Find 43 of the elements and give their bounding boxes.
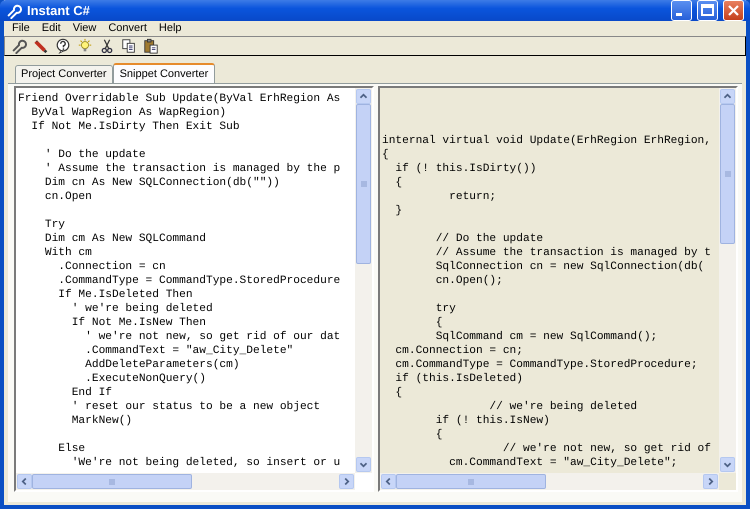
tab[interactable]: Snippet Converter [112, 63, 216, 84]
menu-item[interactable]: File [6, 22, 36, 35]
grip-icon [360, 180, 368, 188]
grip-icon [108, 478, 116, 486]
wrench-icon [6, 2, 22, 18]
menu-item[interactable]: Convert [102, 22, 153, 35]
minimize-button[interactable] [671, 0, 692, 21]
tab[interactable]: Project Converter [15, 65, 113, 83]
window-title: Instant C# [27, 3, 90, 18]
pencil-icon [33, 38, 49, 54]
paste-button[interactable] [142, 37, 160, 55]
menu-item[interactable]: Help [152, 22, 188, 35]
copy-button[interactable] [120, 37, 138, 55]
wrench-icon [11, 38, 27, 54]
scroll-right-button[interactable] [339, 474, 354, 489]
minimize-icon [676, 13, 682, 16]
code-text: Friend Overridable Sub Update(ByVal ErhRegion As ByVal WapRegion As WapRegion) If Not Me.IsDirty Then Exit Sub ' Do the update ' Assume the transaction is managed by the p Dim cn As New SQLConnection(db("")) cn.Open Try Dim cm As New SQLCommand With cm .Connection = cn .CommandType = CommandType.StoredProcedure If Me.IsDeleted Then ' we're being deleted If Not Me.IsNew Then ' we're not new, so get rid of our dat .CommandText = "aw_City_Delete" AddDeleteParameters(cm) .ExecuteNonQuery() End If ' reset our status to be a new object MarkNew() Else 'We're not being deleted, so insert or u [18, 92, 340, 470]
help-icon [55, 38, 71, 54]
scroll-left-button[interactable] [381, 474, 396, 489]
scroll-right-button[interactable] [703, 474, 718, 489]
cut-icon [99, 38, 115, 54]
code-text: internal virtual void Update(ErhRegion ErhRegion, { if (! this.IsDirty()) { return; } // Do the update // Assume the transaction is managed by t SqlConnection cn = new SqlConnection(db( cn.Open(); try { SqlCommand cm = new SqlCommand(); cm.Connection = cn; cm.CommandType = CommandType.StoredProcedure; if (this.IsDeleted) { // we're being deleted if (! this.IsNew) { // we're not new, so get rid of cm.CommandText = "aw_City_Delete"; [382, 134, 711, 470]
scroll-up-button[interactable] [720, 89, 735, 104]
close-button[interactable] [723, 0, 744, 21]
close-icon [726, 3, 741, 18]
lightbulb-icon [77, 38, 93, 54]
scroll-down-button[interactable] [720, 457, 735, 472]
wrench-button[interactable] [10, 37, 28, 55]
maximize-button[interactable] [697, 0, 718, 21]
grip-icon [724, 170, 732, 178]
scrollbar-thumb[interactable] [356, 104, 371, 264]
maximize-icon [700, 3, 715, 18]
help-button[interactable] [54, 37, 72, 55]
scroll-up-button[interactable] [356, 89, 371, 104]
scroll-down-button[interactable] [356, 457, 371, 472]
scroll-left-button[interactable] [17, 474, 32, 489]
menu-item[interactable]: Edit [36, 22, 67, 35]
menu-item[interactable]: View [66, 22, 102, 35]
scrollbar-thumb[interactable] [720, 104, 735, 244]
grip-icon [467, 478, 475, 486]
scrollbar-thumb[interactable] [396, 474, 546, 489]
scrollbar-thumb[interactable] [32, 474, 192, 489]
copy-icon [121, 38, 137, 54]
